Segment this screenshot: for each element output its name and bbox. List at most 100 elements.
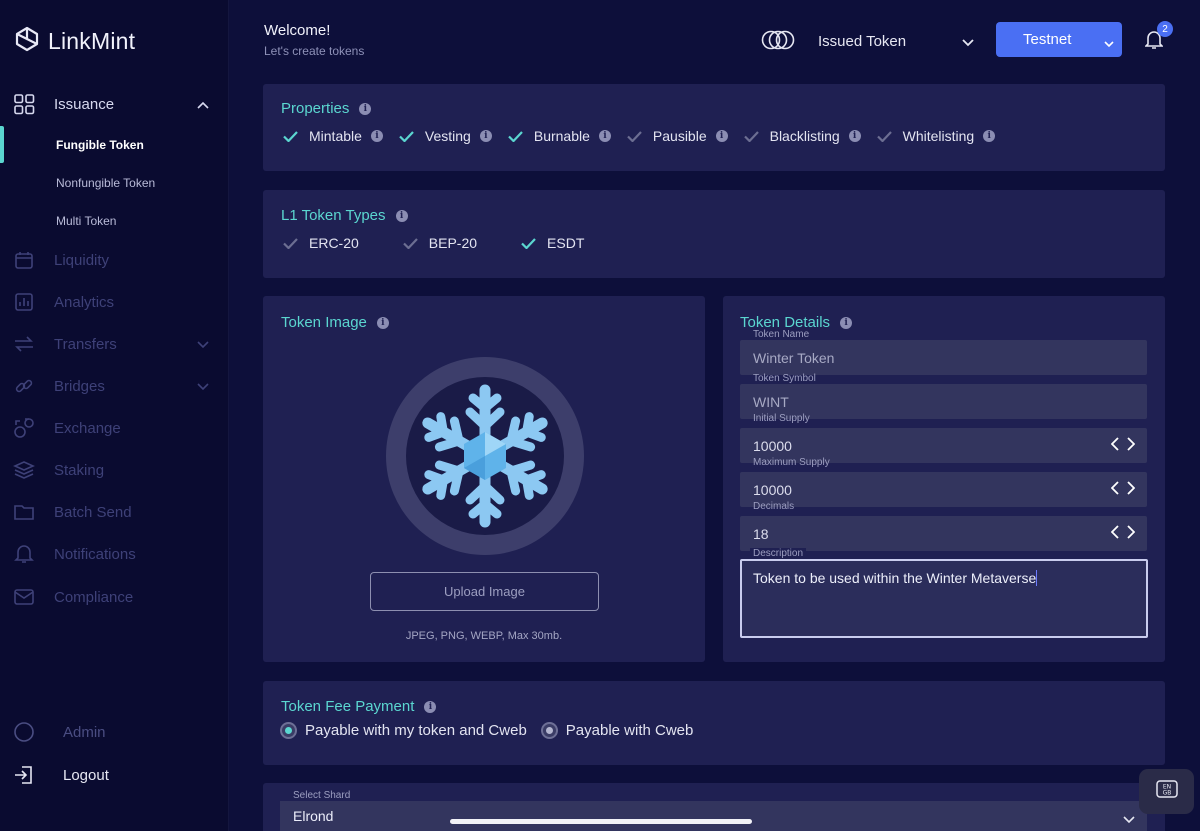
token-fee-title: Token Fee Payment i: [281, 698, 437, 715]
checkbox-esdt[interactable]: ESDT: [521, 235, 584, 251]
select-shard-dropdown[interactable]: Elrond: [280, 801, 1147, 831]
sidebar: LinkMint Issuance Fungible Token Nonfung…: [0, 0, 229, 831]
check-icon: [399, 130, 414, 142]
app-logo[interactable]: LinkMint: [14, 26, 135, 57]
info-icon[interactable]: i: [395, 209, 408, 222]
info-icon[interactable]: i: [370, 130, 383, 142]
token-name-input[interactable]: Winter Token: [740, 340, 1147, 375]
chevron-right-icon[interactable]: [1127, 525, 1136, 542]
info-icon[interactable]: i: [848, 130, 861, 142]
home-indicator: [450, 819, 752, 824]
sidebar-item-batch-send[interactable]: Batch Send: [0, 494, 229, 530]
checkbox-burnable[interactable]: Burnable i: [508, 128, 611, 144]
keyboard-language-button[interactable]: EN GB: [1139, 769, 1194, 814]
properties-title: Properties i: [281, 100, 372, 117]
layers-icon: [13, 459, 35, 481]
info-icon[interactable]: i: [715, 130, 728, 142]
sidebar-item-liquidity[interactable]: Liquidity: [0, 242, 229, 278]
admin-icon: [12, 720, 36, 744]
description-value: Token to be used within the Winter Metav…: [753, 570, 1037, 586]
radio-payable-token-and-cweb[interactable]: [280, 722, 297, 739]
info-icon[interactable]: i: [983, 130, 996, 142]
check-icon: [627, 130, 642, 142]
chevron-down-icon[interactable]: [962, 34, 974, 52]
description-label: Description: [750, 548, 807, 559]
info-icon[interactable]: i: [479, 130, 492, 142]
theme-toggle-icon[interactable]: [761, 30, 795, 55]
checkbox-whitelisting[interactable]: Whitelisting i: [876, 128, 996, 144]
token-image-title: Token Image i: [281, 314, 389, 331]
chevron-left-icon[interactable]: [1110, 525, 1119, 542]
sidebar-item-admin[interactable]: Admin: [12, 720, 106, 744]
token-symbol-label: Token Symbol: [753, 373, 816, 384]
sidebar-item-transfers[interactable]: Transfers: [0, 326, 229, 362]
description-textarea[interactable]: Token to be used within the Winter Metav…: [740, 559, 1148, 638]
logout-button[interactable]: Logout: [12, 763, 109, 787]
sidebar-item-exchange[interactable]: Exchange: [0, 410, 229, 446]
info-icon[interactable]: i: [424, 700, 437, 713]
initial-supply-label: Initial Supply: [753, 413, 810, 424]
initial-supply-value: 10000: [753, 437, 792, 454]
transfer-icon: [13, 333, 35, 355]
sidebar-item-bridges[interactable]: Bridges: [0, 368, 229, 404]
fee-radio-group: Payable with my token and Cweb Payable w…: [280, 722, 693, 739]
info-icon[interactable]: i: [840, 316, 853, 329]
radio-label[interactable]: Payable with my token and Cweb: [305, 722, 527, 739]
chevron-right-icon[interactable]: [1127, 437, 1136, 454]
checkbox-blacklisting[interactable]: Blacklisting i: [743, 128, 861, 144]
maximum-supply-stepper[interactable]: 10000: [740, 472, 1147, 507]
snowflake-icon: [410, 376, 560, 541]
sidebar-item-label: Logout: [63, 766, 109, 784]
checkbox-mintable[interactable]: Mintable i: [283, 128, 383, 144]
issued-token-select[interactable]: Issued Token: [818, 33, 906, 50]
checkbox-pausible[interactable]: Pausible i: [627, 128, 728, 144]
check-icon: [508, 130, 523, 142]
maximum-supply-label: Maximum Supply: [753, 457, 830, 468]
chevron-right-icon[interactable]: [1127, 481, 1136, 498]
sidebar-item-notifications[interactable]: Notifications: [0, 536, 229, 572]
chevron-left-icon[interactable]: [1110, 437, 1119, 454]
checkbox-label: Mintable: [309, 128, 362, 144]
grid-icon: [13, 93, 35, 115]
exchange-icon: [13, 417, 35, 439]
decimals-stepper[interactable]: 18: [740, 516, 1147, 551]
sidebar-item-fungible-token[interactable]: Fungible Token: [56, 138, 144, 152]
chevron-left-icon[interactable]: [1110, 481, 1119, 498]
checkbox-label: ESDT: [547, 235, 585, 251]
checkbox-bep-20[interactable]: BEP-20: [403, 235, 477, 251]
sidebar-item-analytics[interactable]: Analytics: [0, 284, 229, 320]
sidebar-item-compliance[interactable]: Compliance: [0, 579, 229, 615]
chevron-down-icon: [1123, 811, 1135, 827]
sidebar-item-issuance[interactable]: Issuance: [0, 86, 229, 122]
check-icon: [283, 237, 298, 249]
sidebar-item-multi-token[interactable]: Multi Token: [56, 214, 116, 228]
properties-checkboxes: Mintable i Vesting i Burnable i Pausible i B…: [283, 128, 1011, 144]
token-image-title-text: Token Image: [281, 314, 367, 331]
app-name: LinkMint: [48, 28, 136, 54]
checkbox-erc-20[interactable]: ERC-20: [283, 235, 359, 251]
calendar-icon: [13, 249, 35, 271]
stepper-arrows: [1110, 481, 1136, 498]
radio-label[interactable]: Payable with Cweb: [566, 722, 694, 739]
sidebar-item-nonfungible-token[interactable]: Nonfungible Token: [56, 176, 155, 190]
checkbox-label: Whitelisting: [902, 128, 975, 144]
active-indicator: [0, 126, 4, 163]
select-shard-label: Select Shard: [293, 790, 351, 801]
l1-token-types-checkboxes: ERC-20 BEP-20 ESDT: [283, 235, 600, 251]
check-icon: [521, 237, 536, 249]
info-icon[interactable]: i: [376, 316, 389, 329]
info-icon[interactable]: i: [598, 130, 611, 142]
upload-image-button[interactable]: Upload Image: [370, 572, 599, 611]
l1-token-types-title: L1 Token Types i: [281, 207, 408, 224]
logout-icon: [12, 763, 36, 787]
sidebar-item-label: Liquidity: [54, 251, 110, 269]
sidebar-item-staking[interactable]: Staking: [0, 452, 229, 488]
network-select-button[interactable]: Testnet: [996, 22, 1122, 57]
keyboard-lang-bottom: GB: [1162, 790, 1171, 797]
radio-payable-cweb[interactable]: [540, 722, 558, 739]
check-icon: [876, 130, 892, 142]
check-icon: [743, 130, 759, 142]
properties-title-text: Properties: [281, 100, 350, 117]
info-icon[interactable]: i: [359, 102, 372, 115]
checkbox-vesting[interactable]: Vesting i: [399, 128, 492, 144]
